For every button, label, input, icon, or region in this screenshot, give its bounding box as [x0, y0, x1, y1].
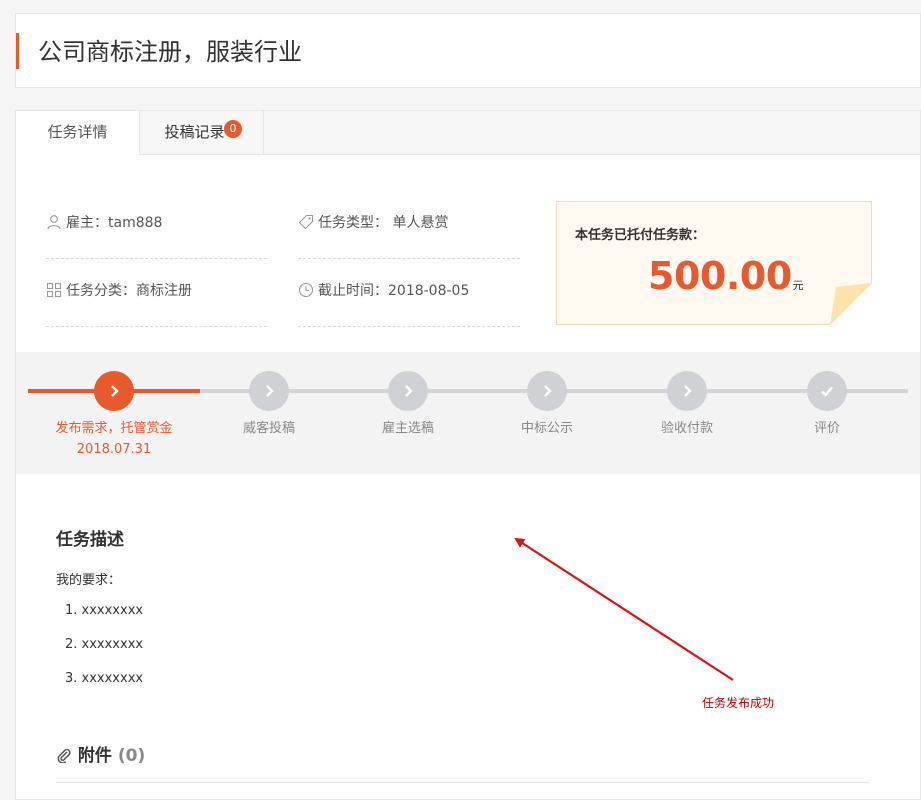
annotation-arrow — [514, 537, 734, 681]
annotation-text: 任务发布成功 — [702, 696, 775, 710]
